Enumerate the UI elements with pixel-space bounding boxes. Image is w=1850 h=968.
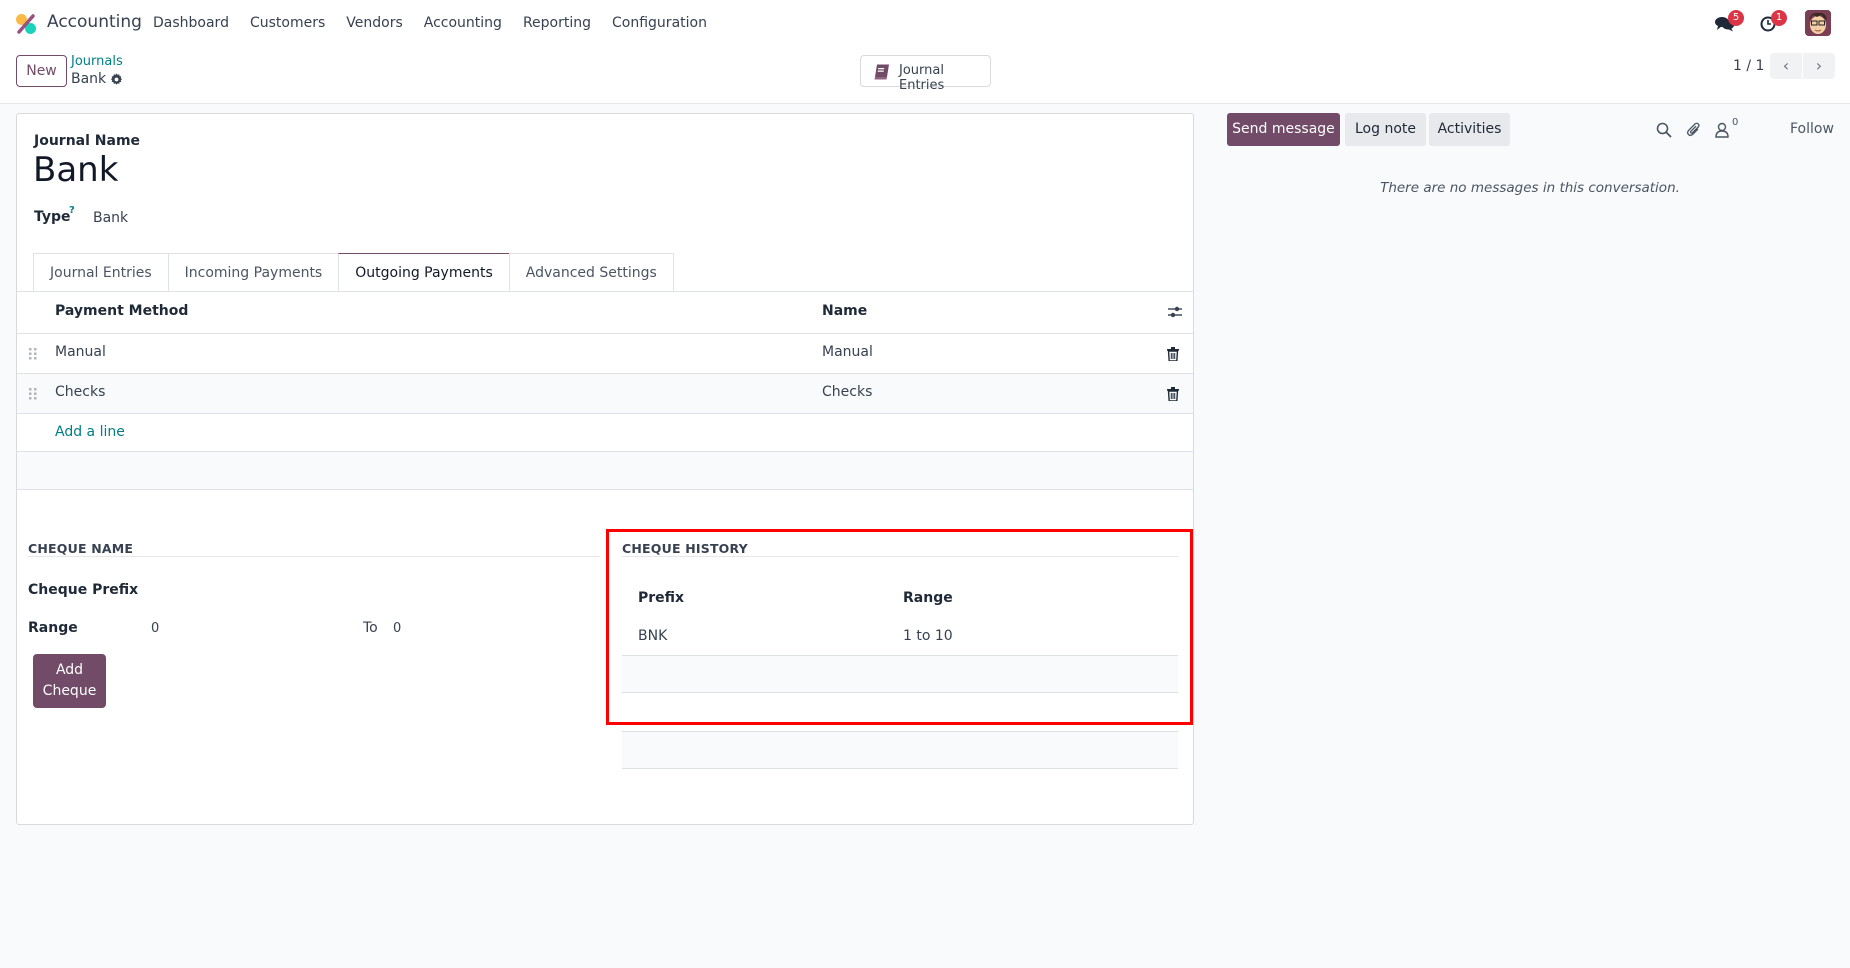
add-cheque-label-line2: Cheque	[42, 683, 97, 699]
menu-configuration[interactable]: Configuration	[612, 15, 707, 31]
table-row[interactable]: Checks Checks	[17, 374, 1193, 414]
empty-row	[622, 656, 1178, 693]
range-to-field[interactable]: 0	[393, 621, 401, 636]
column-header-payment-method[interactable]: Payment Method	[55, 303, 188, 319]
history-prefix-cell[interactable]: BNK	[638, 628, 667, 644]
book-icon	[874, 64, 889, 80]
tab-incoming-payments[interactable]: Incoming Payments	[167, 253, 339, 292]
cheque-name-section-title: CHEQUE NAME	[28, 541, 134, 556]
pager-next-button[interactable]: ›	[1803, 53, 1835, 79]
empty-row	[17, 452, 1193, 490]
avatar[interactable]	[1805, 10, 1831, 36]
payment-method-cell[interactable]: Manual	[55, 344, 106, 360]
type-field[interactable]: Bank	[93, 210, 128, 226]
cheque-history-section-title: CHEQUE HISTORY	[622, 541, 748, 556]
log-note-button[interactable]: Log note	[1345, 113, 1426, 146]
menu-accounting[interactable]: Accounting	[424, 15, 502, 31]
journal-name-field[interactable]: Bank	[33, 150, 118, 190]
followers-icon[interactable]	[1714, 122, 1730, 138]
tab-outgoing-payments[interactable]: Outgoing Payments	[338, 253, 509, 292]
name-cell[interactable]: Checks	[822, 384, 872, 400]
menu-customers[interactable]: Customers	[250, 15, 325, 31]
follow-button[interactable]: Follow	[1790, 121, 1834, 137]
history-range-cell[interactable]: 1 to 10	[903, 628, 953, 644]
no-messages-text: There are no messages in this conversati…	[1380, 180, 1680, 196]
range-to-label: To	[363, 620, 378, 636]
range-label: Range	[28, 620, 78, 636]
menu-vendors[interactable]: Vendors	[346, 15, 402, 31]
top-navbar: Accounting Dashboard Customers Vendors A…	[0, 0, 1850, 46]
menu-dashboard[interactable]: Dashboard	[153, 15, 229, 31]
activities-button[interactable]: Activities	[1429, 113, 1510, 146]
main-menu: Dashboard Customers Vendors Accounting R…	[153, 15, 728, 31]
user-avatar-icon	[1805, 10, 1831, 36]
add-cheque-label-line1: Add	[55, 662, 84, 678]
column-header-range[interactable]: Range	[903, 590, 953, 606]
notebook-tabs: Journal Entries Incoming Payments Outgoi…	[33, 253, 674, 292]
section-divider	[622, 556, 1178, 557]
pager-previous-button[interactable]: ‹	[1770, 53, 1802, 79]
cheque-prefix-field[interactable]	[152, 582, 592, 600]
type-help-icon[interactable]: ?	[69, 205, 75, 216]
column-header-prefix[interactable]: Prefix	[638, 590, 684, 606]
app-name[interactable]: Accounting	[47, 12, 142, 32]
range-from-field[interactable]: 0	[151, 621, 159, 636]
drag-handle-icon[interactable]	[29, 388, 37, 400]
form-sheet: Journal Name Bank Type ? Bank Journal En…	[16, 113, 1194, 825]
journal-entries-label: Journal Entries	[899, 63, 945, 93]
app-logo-icon[interactable]	[15, 13, 37, 35]
trash-icon[interactable]	[1167, 387, 1179, 401]
column-header-name[interactable]: Name	[822, 303, 867, 319]
section-divider	[28, 556, 600, 557]
type-label: Type	[34, 209, 71, 225]
breadcrumb-journals[interactable]: Journals	[71, 54, 123, 69]
followers-count: 0	[1732, 117, 1739, 128]
activities-badge: 1	[1771, 10, 1787, 26]
messages-badge: 5	[1728, 10, 1744, 26]
menu-reporting[interactable]: Reporting	[523, 15, 591, 31]
table-row[interactable]: Manual Manual	[17, 334, 1193, 374]
tab-advanced-settings[interactable]: Advanced Settings	[508, 253, 674, 292]
add-a-line-link[interactable]: Add a line	[55, 424, 125, 440]
control-panel: New Journals Bank Journal Entries 1 / 1 …	[0, 46, 1850, 104]
tab-journal-entries[interactable]: Journal Entries	[33, 253, 168, 292]
highlight-box	[606, 529, 1193, 725]
paperclip-icon[interactable]	[1686, 122, 1702, 138]
name-cell[interactable]: Manual	[822, 344, 873, 360]
add-line-row: Add a line	[17, 414, 1193, 452]
optional-columns-icon[interactable]	[1168, 305, 1182, 319]
send-message-button[interactable]: Send message	[1227, 113, 1340, 146]
cheque-prefix-label: Cheque Prefix	[28, 582, 139, 598]
gear-icon[interactable]	[110, 73, 123, 86]
journal-entries-smart-button[interactable]: Journal Entries	[860, 55, 991, 93]
journal-name-label: Journal Name	[34, 133, 141, 149]
payment-table-header: Payment Method Name	[17, 292, 1193, 334]
empty-row	[622, 731, 1178, 769]
breadcrumb-current: Bank	[71, 71, 107, 87]
pager-value[interactable]: 1 / 1	[1733, 58, 1764, 74]
new-button[interactable]: New	[16, 55, 67, 87]
add-cheque-button[interactable]: Add Cheque	[33, 654, 106, 708]
drag-handle-icon[interactable]	[29, 348, 37, 360]
search-icon[interactable]	[1656, 122, 1672, 138]
trash-icon[interactable]	[1167, 347, 1179, 361]
payment-method-cell[interactable]: Checks	[55, 384, 105, 400]
